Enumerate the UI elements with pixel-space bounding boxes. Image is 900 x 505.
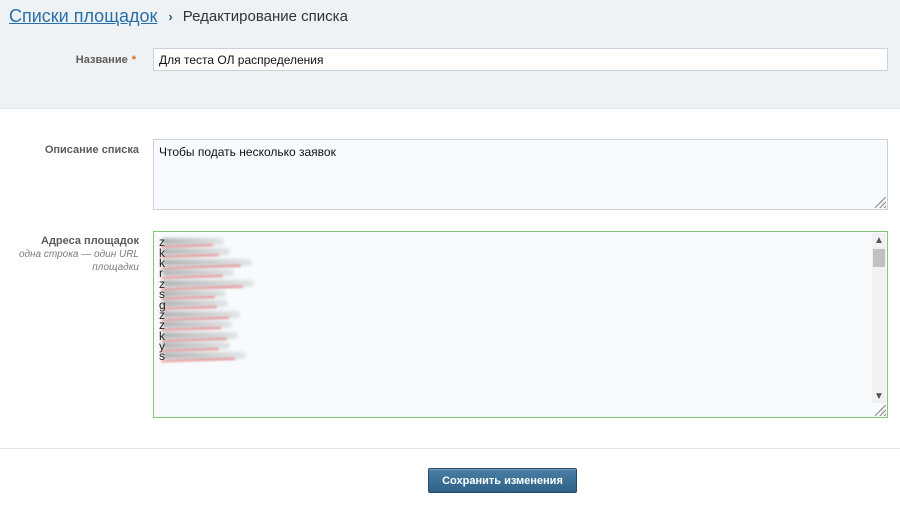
site-row: k <box>159 247 869 259</box>
scrollbar-thumb[interactable] <box>873 249 885 267</box>
breadcrumb-link-site-lists[interactable]: Списки площадок <box>9 6 157 27</box>
site-row: k <box>159 330 869 342</box>
site-row: r <box>159 267 869 279</box>
required-mark: * <box>131 54 136 66</box>
description-textarea[interactable]: Чтобы подать несколько заявок <box>153 139 888 210</box>
sites-textarea[interactable]: zkkrzsgzzkys ▲ ▼ <box>153 231 888 418</box>
site-row: s <box>159 288 869 300</box>
divider <box>0 448 900 449</box>
site-row: y <box>159 340 869 352</box>
site-row: z <box>159 278 869 290</box>
chevron-up-icon[interactable]: ▲ <box>872 233 886 247</box>
site-row: z <box>159 236 869 248</box>
sites-list: zkkrzsgzzkys <box>159 236 869 364</box>
sites-hint: одна строка — один URL площадки <box>18 249 139 273</box>
breadcrumb: Списки площадок › Редактирование списка <box>9 4 348 28</box>
page-title: Редактирование списка <box>182 7 348 25</box>
site-row: s <box>159 349 869 364</box>
site-row: z <box>159 309 869 321</box>
site-row: z <box>159 319 869 331</box>
site-row: k <box>159 257 869 270</box>
resize-grip-icon[interactable] <box>875 405 886 416</box>
chevron-right-icon: › <box>168 8 173 24</box>
description-value: Чтобы подать несколько заявок <box>159 145 336 159</box>
description-label: Описание списка <box>44 144 139 156</box>
save-button[interactable]: Сохранить изменения <box>428 468 577 493</box>
resize-grip-icon[interactable] <box>875 197 886 208</box>
name-input[interactable] <box>153 48 888 71</box>
site-row: g <box>159 299 869 311</box>
textarea-scrollbar[interactable]: ▲ ▼ <box>872 233 886 403</box>
sites-label: Адреса площадок <box>41 235 139 247</box>
name-label: Название * <box>75 54 136 66</box>
chevron-down-icon[interactable]: ▼ <box>872 389 886 403</box>
site-first-char: s <box>159 349 165 364</box>
